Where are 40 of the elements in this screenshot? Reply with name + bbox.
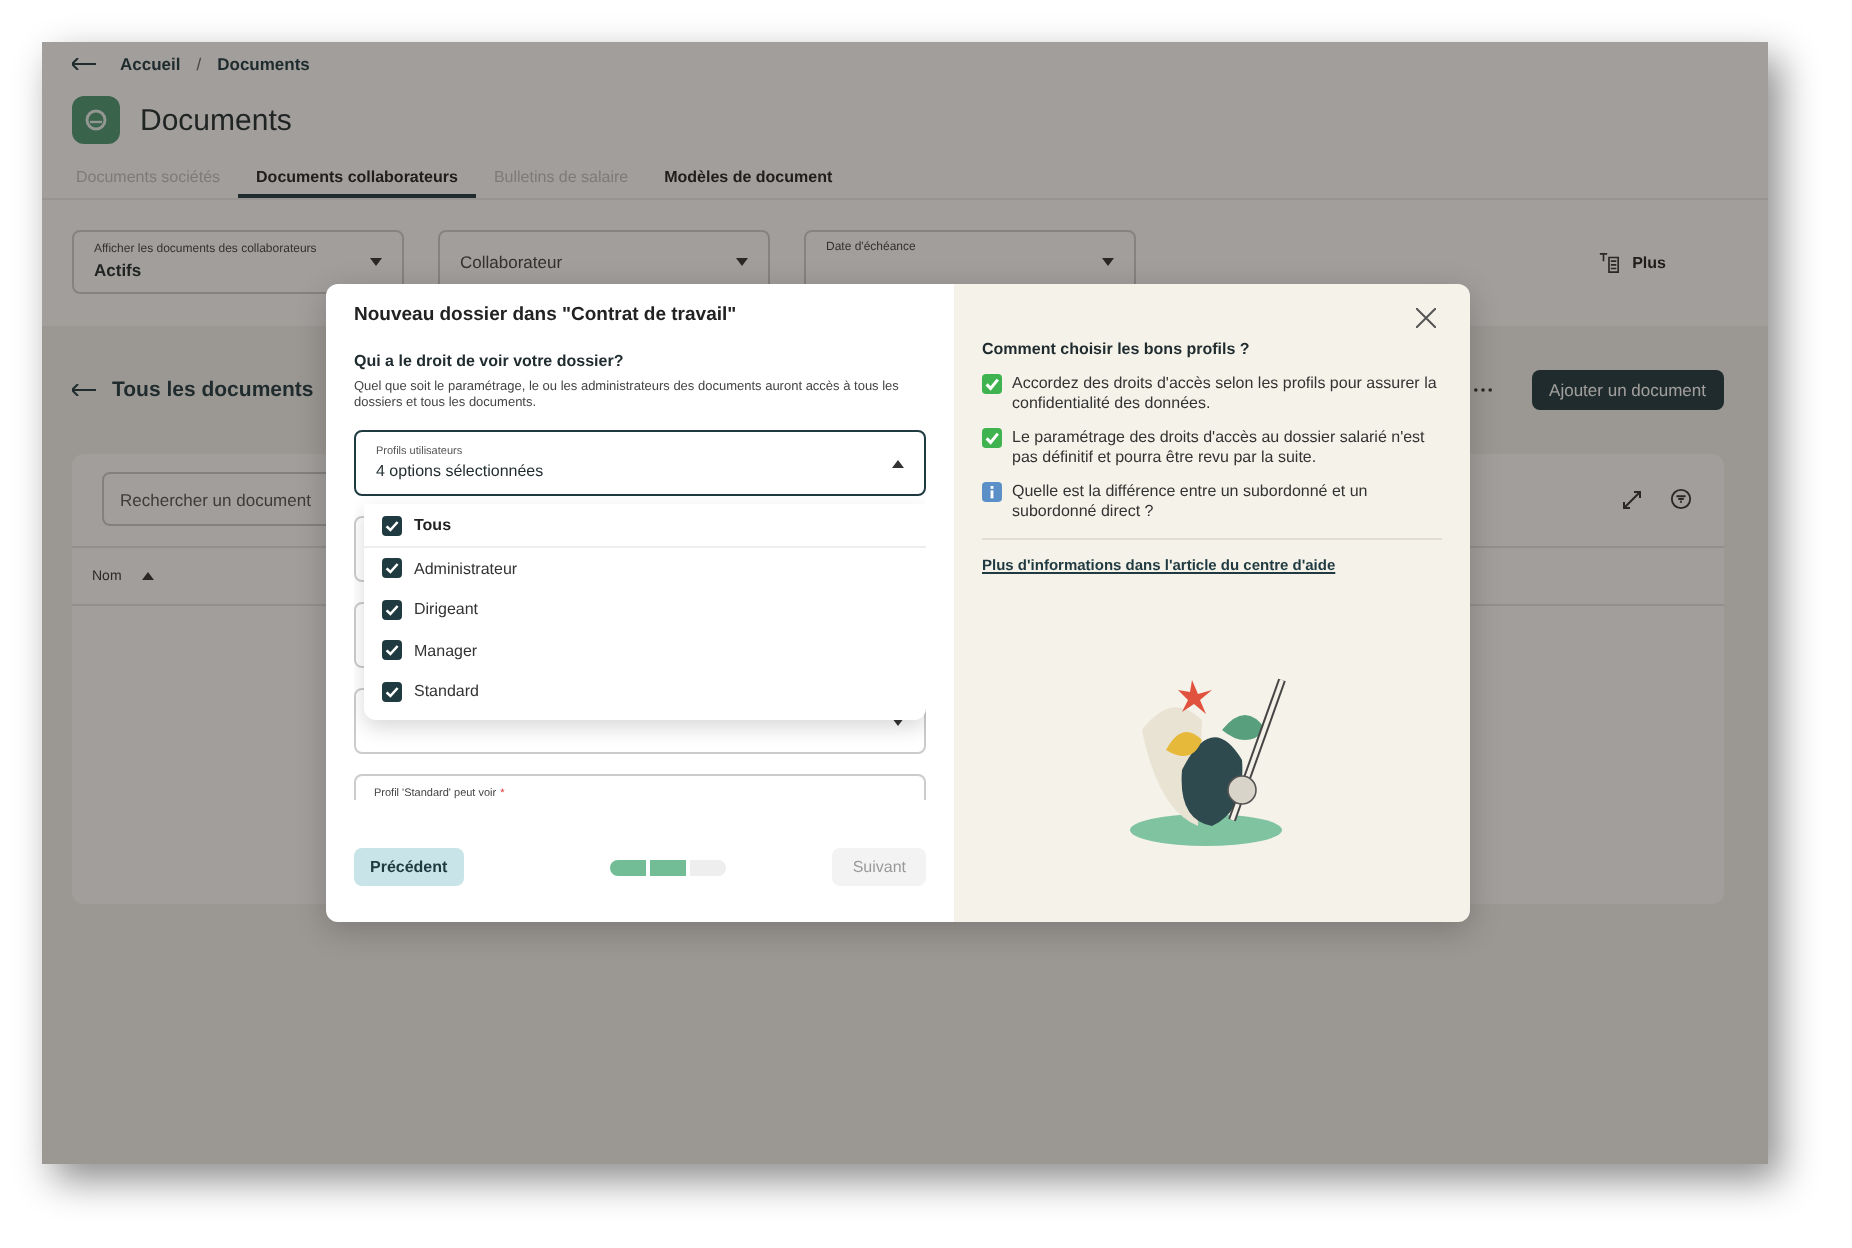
tip-text: Quelle est la différence entre un subordonné et un subordonné direct ?	[1012, 482, 1370, 522]
breadcrumb-separator: /	[196, 54, 202, 74]
caret-icon	[892, 459, 904, 468]
close-icon[interactable]	[1416, 308, 1436, 328]
question-text: Qui a le droit de voir votre dossier?	[354, 352, 626, 370]
caret-icon	[1102, 258, 1114, 266]
option-item[interactable]: Dirigeant	[364, 588, 926, 630]
expand-icon[interactable]	[1622, 489, 1642, 509]
back-arrow-icon[interactable]	[72, 384, 96, 396]
check-icon	[982, 428, 1002, 448]
sort-up-icon[interactable]	[141, 572, 154, 580]
option-item[interactable]: Tous	[364, 504, 926, 548]
checkbox-icon[interactable]	[382, 515, 402, 535]
add-document-button[interactable]: Ajouter un document	[1531, 370, 1724, 410]
check-icon	[982, 374, 1002, 394]
previous-button[interactable]: Précédent	[354, 848, 464, 887]
tip-text: Le paramétrage des droits d'accès au dossier salarié n'est pas définitif et pourra être revu par la suite.	[1012, 428, 1427, 468]
info-icon	[982, 482, 1002, 502]
list-icon	[1598, 251, 1621, 273]
checkbox-icon[interactable]	[382, 599, 402, 619]
more-button[interactable]: Plus	[1586, 249, 1678, 275]
breadcrumb-link[interactable]: Accueil	[120, 54, 181, 74]
caret-icon	[370, 258, 382, 266]
page-title: Documents	[140, 103, 292, 137]
section-title: Tous les documents	[112, 378, 314, 402]
checkbox-icon[interactable]	[382, 681, 402, 701]
dialog-title: Nouveau dossier dans "Contrat de travail"	[354, 304, 739, 326]
tip-text: Accordez des droits d'accès selon les profils pour assurer la confidentialité des données.	[1012, 374, 1439, 414]
filter-icon[interactable]	[1670, 488, 1692, 510]
caret-icon	[736, 258, 748, 266]
option-item[interactable]: Standard	[364, 670, 926, 712]
tab[interactable]: Modèles de document	[646, 162, 851, 198]
breadcrumb-link[interactable]: Documents	[217, 54, 310, 74]
checkbox-icon[interactable]	[382, 558, 402, 578]
back-arrow-icon[interactable]	[72, 58, 96, 70]
option-item[interactable]: Manager	[364, 629, 926, 671]
checkbox-icon[interactable]	[382, 640, 402, 660]
tips-heading: Comment choisir les bons profils ?	[982, 340, 1252, 358]
folder-icon	[72, 96, 120, 144]
option-item[interactable]: Administrateur	[364, 547, 926, 589]
